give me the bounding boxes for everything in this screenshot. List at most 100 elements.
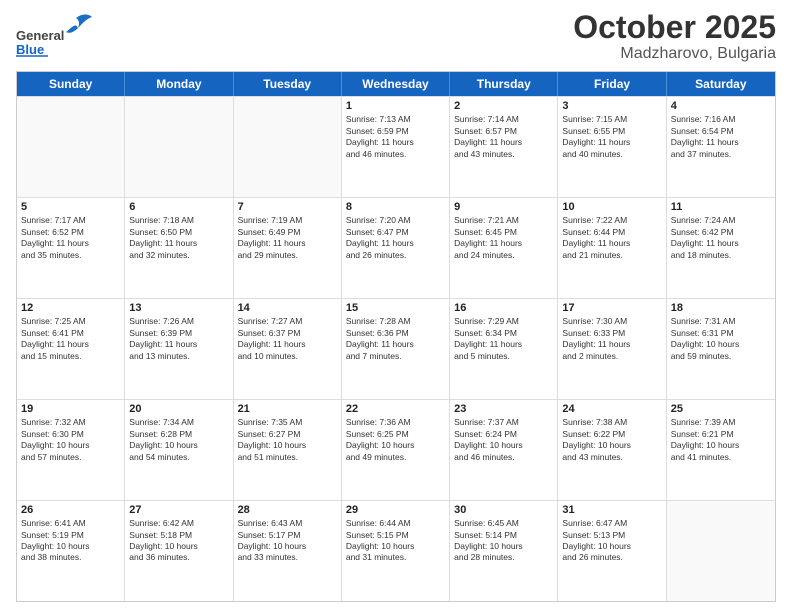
day-number: 3 xyxy=(562,100,661,112)
cal-cell: 9 Sunrise: 7:21 AM Sunset: 6:45 PM Daylig… xyxy=(450,198,558,298)
day-number: 20 xyxy=(129,403,228,415)
day-number: 11 xyxy=(671,201,771,213)
week-row-4: 19 Sunrise: 7:32 AM Sunset: 6:30 PM Dayli… xyxy=(17,399,775,500)
day-number: 29 xyxy=(346,504,445,516)
cal-cell: 18 Sunrise: 7:31 AM Sunset: 6:31 PM Dayli… xyxy=(667,299,775,399)
cal-cell: 5 Sunrise: 7:17 AM Sunset: 6:52 PM Daylig… xyxy=(17,198,125,298)
day-number: 26 xyxy=(21,504,120,516)
day-number: 25 xyxy=(671,403,771,415)
day-number: 30 xyxy=(454,504,553,516)
cal-cell xyxy=(125,97,233,197)
cell-info: Sunrise: 7:35 AM Sunset: 6:27 PM Dayligh… xyxy=(238,417,337,463)
cal-cell: 24Sunrise: 7:38 AM Sunset: 6:22 PM Dayli… xyxy=(558,400,666,500)
cal-cell: 11 Sunrise: 7:24 AM Sunset: 6:42 PM Dayli… xyxy=(667,198,775,298)
cal-cell: 16Sunrise: 7:29 AM Sunset: 6:34 PM Dayli… xyxy=(450,299,558,399)
day-number: 19 xyxy=(21,403,120,415)
cell-info: Sunrise: 7:32 AM Sunset: 6:30 PM Dayligh… xyxy=(21,417,120,463)
cal-cell xyxy=(234,97,342,197)
day-number: 4 xyxy=(671,100,771,112)
day-number: 9 xyxy=(454,201,553,213)
calendar-subtitle: Madzharovo, Bulgaria xyxy=(573,45,776,63)
cal-cell: 19 Sunrise: 7:32 AM Sunset: 6:30 PM Dayli… xyxy=(17,400,125,500)
cell-info: Sunrise: 6:41 AM Sunset: 5:19 PM Dayligh… xyxy=(21,518,120,564)
cell-info: Sunrise: 6:47 AM Sunset: 5:13 PM Dayligh… xyxy=(562,518,661,564)
cell-info: Sunrise: 7:14 AM Sunset: 6:57 PM Dayligh… xyxy=(454,114,553,160)
cal-cell: 3 Sunrise: 7:15 AM Sunset: 6:55 PM Daylig… xyxy=(558,97,666,197)
cal-cell: 6 Sunrise: 7:18 AM Sunset: 6:50 PM Daylig… xyxy=(125,198,233,298)
cal-cell: 15Sunrise: 7:28 AM Sunset: 6:36 PM Dayli… xyxy=(342,299,450,399)
cal-cell: 20 Sunrise: 7:34 AM Sunset: 6:28 PM Dayli… xyxy=(125,400,233,500)
calendar-body: 1 Sunrise: 7:13 AM Sunset: 6:59 PM Daylig… xyxy=(17,96,775,601)
cal-cell: 14 Sunrise: 7:27 AM Sunset: 6:37 PM Dayli… xyxy=(234,299,342,399)
day-number: 10 xyxy=(562,201,661,213)
cell-info: Sunrise: 7:37 AM Sunset: 6:24 PM Dayligh… xyxy=(454,417,553,463)
cal-cell xyxy=(17,97,125,197)
calendar: SundayMondayTuesdayWednesdayThursdayFrid… xyxy=(16,71,776,602)
cal-cell: 17 Sunrise: 7:30 AM Sunset: 6:33 PM Dayli… xyxy=(558,299,666,399)
cell-info: Sunrise: 7:21 AM Sunset: 6:45 PM Dayligh… xyxy=(454,215,553,261)
cal-cell: 2 Sunrise: 7:14 AM Sunset: 6:57 PM Daylig… xyxy=(450,97,558,197)
cell-info: Sunrise: 7:17 AM Sunset: 6:52 PM Dayligh… xyxy=(21,215,120,261)
cal-cell: 25 Sunrise: 7:39 AM Sunset: 6:21 PM Dayli… xyxy=(667,400,775,500)
cal-cell: 30 Sunrise: 6:45 AM Sunset: 5:14 PM Dayli… xyxy=(450,501,558,601)
cal-cell: 23Sunrise: 7:37 AM Sunset: 6:24 PM Dayli… xyxy=(450,400,558,500)
cal-cell xyxy=(667,501,775,601)
cell-info: Sunrise: 7:16 AM Sunset: 6:54 PM Dayligh… xyxy=(671,114,771,160)
day-header-wednesday: Wednesday xyxy=(342,72,450,96)
day-number: 5 xyxy=(21,201,120,213)
day-header-saturday: Saturday xyxy=(667,72,775,96)
day-header-friday: Friday xyxy=(558,72,666,96)
title-block: October 2025 Madzharovo, Bulgaria xyxy=(573,10,776,63)
day-number: 1 xyxy=(346,100,445,112)
cal-cell: 27 Sunrise: 6:42 AM Sunset: 5:18 PM Dayli… xyxy=(125,501,233,601)
cell-info: Sunrise: 7:15 AM Sunset: 6:55 PM Dayligh… xyxy=(562,114,661,160)
cal-cell: 4 Sunrise: 7:16 AM Sunset: 6:54 PM Daylig… xyxy=(667,97,775,197)
day-number: 31 xyxy=(562,504,661,516)
day-number: 6 xyxy=(129,201,228,213)
cal-cell: 7 Sunrise: 7:19 AM Sunset: 6:49 PM Daylig… xyxy=(234,198,342,298)
day-number: 22 xyxy=(346,403,445,415)
logo-svg: General Blue xyxy=(16,10,106,60)
week-row-5: 26 Sunrise: 6:41 AM Sunset: 5:19 PM Dayli… xyxy=(17,500,775,601)
day-number: 14 xyxy=(238,302,337,314)
cal-cell: 29Sunrise: 6:44 AM Sunset: 5:15 PM Dayli… xyxy=(342,501,450,601)
cal-cell: 13Sunrise: 7:26 AM Sunset: 6:39 PM Dayli… xyxy=(125,299,233,399)
week-row-3: 12Sunrise: 7:25 AM Sunset: 6:41 PM Dayli… xyxy=(17,298,775,399)
cell-info: Sunrise: 7:30 AM Sunset: 6:33 PM Dayligh… xyxy=(562,316,661,362)
week-row-2: 5 Sunrise: 7:17 AM Sunset: 6:52 PM Daylig… xyxy=(17,197,775,298)
cell-info: Sunrise: 7:36 AM Sunset: 6:25 PM Dayligh… xyxy=(346,417,445,463)
cell-info: Sunrise: 7:18 AM Sunset: 6:50 PM Dayligh… xyxy=(129,215,228,261)
day-number: 18 xyxy=(671,302,771,314)
day-number: 27 xyxy=(129,504,228,516)
cell-info: Sunrise: 7:34 AM Sunset: 6:28 PM Dayligh… xyxy=(129,417,228,463)
day-header-monday: Monday xyxy=(125,72,233,96)
cell-info: Sunrise: 7:28 AM Sunset: 6:36 PM Dayligh… xyxy=(346,316,445,362)
cell-info: Sunrise: 7:13 AM Sunset: 6:59 PM Dayligh… xyxy=(346,114,445,160)
logo: General Blue xyxy=(16,10,106,60)
svg-text:General: General xyxy=(16,28,64,43)
cell-info: Sunrise: 7:31 AM Sunset: 6:31 PM Dayligh… xyxy=(671,316,771,362)
cal-cell: 21Sunrise: 7:35 AM Sunset: 6:27 PM Dayli… xyxy=(234,400,342,500)
day-header-tuesday: Tuesday xyxy=(234,72,342,96)
cell-info: Sunrise: 7:22 AM Sunset: 6:44 PM Dayligh… xyxy=(562,215,661,261)
day-number: 7 xyxy=(238,201,337,213)
day-number: 13 xyxy=(129,302,228,314)
header: General Blue October 2025 Madzharovo, Bu… xyxy=(16,10,776,63)
week-row-1: 1 Sunrise: 7:13 AM Sunset: 6:59 PM Daylig… xyxy=(17,96,775,197)
cell-info: Sunrise: 6:45 AM Sunset: 5:14 PM Dayligh… xyxy=(454,518,553,564)
cell-info: Sunrise: 7:24 AM Sunset: 6:42 PM Dayligh… xyxy=(671,215,771,261)
day-number: 2 xyxy=(454,100,553,112)
day-header-thursday: Thursday xyxy=(450,72,558,96)
day-number: 17 xyxy=(562,302,661,314)
cell-info: Sunrise: 7:27 AM Sunset: 6:37 PM Dayligh… xyxy=(238,316,337,362)
day-header-sunday: Sunday xyxy=(17,72,125,96)
page: General Blue October 2025 Madzharovo, Bu… xyxy=(0,0,792,612)
cell-info: Sunrise: 7:29 AM Sunset: 6:34 PM Dayligh… xyxy=(454,316,553,362)
cell-info: Sunrise: 6:42 AM Sunset: 5:18 PM Dayligh… xyxy=(129,518,228,564)
cell-info: Sunrise: 7:20 AM Sunset: 6:47 PM Dayligh… xyxy=(346,215,445,261)
cell-info: Sunrise: 7:19 AM Sunset: 6:49 PM Dayligh… xyxy=(238,215,337,261)
cal-cell: 22 Sunrise: 7:36 AM Sunset: 6:25 PM Dayli… xyxy=(342,400,450,500)
calendar-title: October 2025 xyxy=(573,10,776,45)
cell-info: Sunrise: 7:39 AM Sunset: 6:21 PM Dayligh… xyxy=(671,417,771,463)
cal-cell: 10 Sunrise: 7:22 AM Sunset: 6:44 PM Dayli… xyxy=(558,198,666,298)
